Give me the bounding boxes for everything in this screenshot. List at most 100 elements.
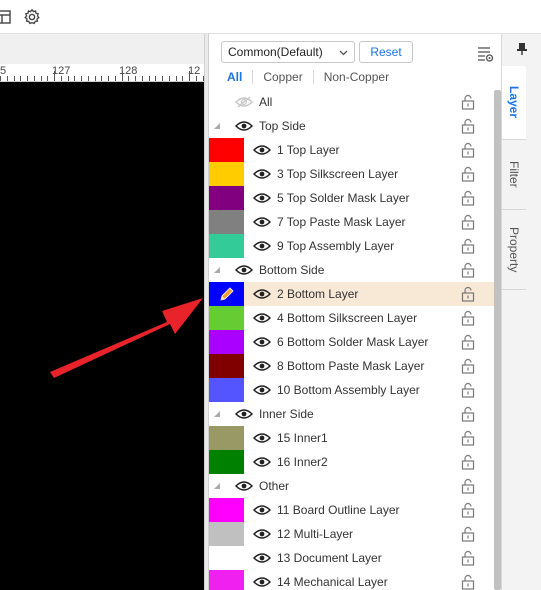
lock-icon[interactable]	[460, 118, 477, 135]
layer-row-3-top-silkscreen-layer[interactable]: 3 Top Silkscreen Layer	[209, 162, 494, 186]
layer-color-swatch[interactable]	[209, 138, 244, 162]
reset-button[interactable]: Reset	[359, 41, 413, 63]
lock-icon[interactable]	[460, 526, 477, 543]
eye-icon[interactable]	[252, 504, 272, 516]
tab-filter[interactable]: Filter	[502, 140, 526, 210]
eye-icon[interactable]	[252, 360, 272, 372]
lock-icon[interactable]	[460, 406, 477, 423]
lock-icon[interactable]	[460, 94, 477, 111]
layer-row-14-mechanical-layer[interactable]: 14 Mechanical Layer	[209, 570, 494, 590]
tab-property[interactable]: Property	[502, 210, 526, 290]
layer-color-swatch[interactable]	[209, 330, 244, 354]
pcb-canvas[interactable]	[0, 82, 204, 590]
layer-color-swatch[interactable]	[209, 186, 244, 210]
lock-icon[interactable]	[460, 334, 477, 351]
ruler-tick	[101, 76, 102, 81]
layer-color-swatch[interactable]	[209, 546, 244, 570]
layout-icon[interactable]	[0, 8, 12, 26]
layer-color-swatch[interactable]	[209, 378, 244, 402]
collapse-icon[interactable]	[214, 267, 220, 273]
lock-icon[interactable]	[460, 166, 477, 183]
layer-row-8-bottom-paste-mask-layer[interactable]: 8 Bottom Paste Mask Layer	[209, 354, 494, 378]
eye-icon[interactable]	[252, 216, 272, 228]
layer-panel: Common(Default) Reset All Copper Non-Cop…	[209, 34, 501, 590]
lock-icon[interactable]	[460, 310, 477, 327]
eye-off-icon[interactable]	[234, 96, 254, 108]
layer-group-bottom-side[interactable]: Bottom Side	[209, 258, 494, 282]
collapse-icon[interactable]	[214, 411, 220, 417]
layer-row-12-multi-layer[interactable]: 12 Multi-Layer	[209, 522, 494, 546]
eye-icon[interactable]	[252, 240, 272, 252]
lock-icon[interactable]	[460, 382, 477, 399]
layer-color-swatch[interactable]	[209, 570, 244, 590]
lock-icon[interactable]	[460, 238, 477, 255]
layer-group-top-side[interactable]: Top Side	[209, 114, 494, 138]
layer-row-7-top-paste-mask-layer[interactable]: 7 Top Paste Mask Layer	[209, 210, 494, 234]
eye-icon[interactable]	[252, 168, 272, 180]
collapse-icon[interactable]	[214, 123, 220, 129]
eye-icon[interactable]	[252, 312, 272, 324]
tab-non-copper[interactable]: Non-Copper	[312, 70, 399, 84]
eye-icon[interactable]	[252, 456, 272, 468]
collapse-icon[interactable]	[214, 483, 220, 489]
lock-icon[interactable]	[460, 214, 477, 231]
eye-icon[interactable]	[252, 144, 272, 156]
gear-icon[interactable]	[23, 8, 41, 26]
layer-row-all[interactable]: All	[209, 90, 494, 114]
layer-row-11-board-outline-layer[interactable]: 11 Board Outline Layer	[209, 498, 494, 522]
eye-icon[interactable]	[252, 552, 272, 564]
pin-icon[interactable]	[516, 42, 528, 56]
scrollbar[interactable]	[494, 90, 501, 590]
tab-layer[interactable]: Layer	[502, 66, 526, 140]
layer-color-swatch[interactable]	[209, 234, 244, 258]
lock-icon[interactable]	[460, 550, 477, 567]
ruler-tick	[189, 71, 190, 81]
layer-color-swatch[interactable]	[209, 522, 244, 546]
eye-icon[interactable]	[252, 576, 272, 588]
eye-icon[interactable]	[252, 192, 272, 204]
layer-color-swatch[interactable]	[209, 210, 244, 234]
layer-row-1-top-layer[interactable]: 1 Top Layer	[209, 138, 494, 162]
lock-icon[interactable]	[460, 358, 477, 375]
lock-icon[interactable]	[460, 478, 477, 495]
layer-settings-icon[interactable]	[475, 44, 495, 64]
lock-icon[interactable]	[460, 142, 477, 159]
eye-icon[interactable]	[252, 384, 272, 396]
lock-icon[interactable]	[460, 574, 477, 590]
layer-row-2-bottom-layer[interactable]: 2 Bottom Layer	[209, 282, 494, 306]
layer-row-9-top-assembly-layer[interactable]: 9 Top Assembly Layer	[209, 234, 494, 258]
eye-icon[interactable]	[234, 480, 254, 492]
tab-all[interactable]: All	[227, 70, 252, 84]
layer-row-5-top-solder-mask-layer[interactable]: 5 Top Solder Mask Layer	[209, 186, 494, 210]
layer-row-15-inner1[interactable]: 15 Inner1	[209, 426, 494, 450]
eye-icon[interactable]	[252, 432, 272, 444]
layer-color-swatch[interactable]	[209, 306, 244, 330]
layer-row-10-bottom-assembly-layer[interactable]: 10 Bottom Assembly Layer	[209, 378, 494, 402]
lock-icon[interactable]	[460, 190, 477, 207]
layer-group-inner-side[interactable]: Inner Side	[209, 402, 494, 426]
layer-row-6-bottom-solder-mask-layer[interactable]: 6 Bottom Solder Mask Layer	[209, 330, 494, 354]
layer-group-other[interactable]: Other	[209, 474, 494, 498]
lock-icon[interactable]	[460, 286, 477, 303]
lock-icon[interactable]	[460, 430, 477, 447]
eye-icon[interactable]	[252, 528, 272, 540]
preset-dropdown[interactable]: Common(Default)	[221, 41, 355, 63]
eye-icon[interactable]	[234, 264, 254, 276]
lock-icon[interactable]	[460, 502, 477, 519]
eye-icon[interactable]	[252, 336, 272, 348]
layer-row-13-document-layer[interactable]: 13 Document Layer	[209, 546, 494, 570]
layer-color-swatch[interactable]	[209, 354, 244, 378]
tab-copper[interactable]: Copper	[252, 70, 312, 84]
layer-row-16-inner2[interactable]: 16 Inner2	[209, 450, 494, 474]
lock-icon[interactable]	[460, 262, 477, 279]
layer-color-swatch[interactable]	[209, 498, 244, 522]
eye-icon[interactable]	[234, 408, 254, 420]
eye-icon[interactable]	[252, 288, 272, 300]
layer-color-swatch[interactable]	[209, 426, 244, 450]
lock-icon[interactable]	[460, 454, 477, 471]
eye-icon[interactable]	[234, 120, 254, 132]
layer-row-4-bottom-silkscreen-layer[interactable]: 4 Bottom Silkscreen Layer	[209, 306, 494, 330]
layer-color-swatch[interactable]	[209, 450, 244, 474]
layer-color-swatch[interactable]	[209, 162, 244, 186]
layer-name: 4 Bottom Silkscreen Layer	[277, 311, 418, 325]
